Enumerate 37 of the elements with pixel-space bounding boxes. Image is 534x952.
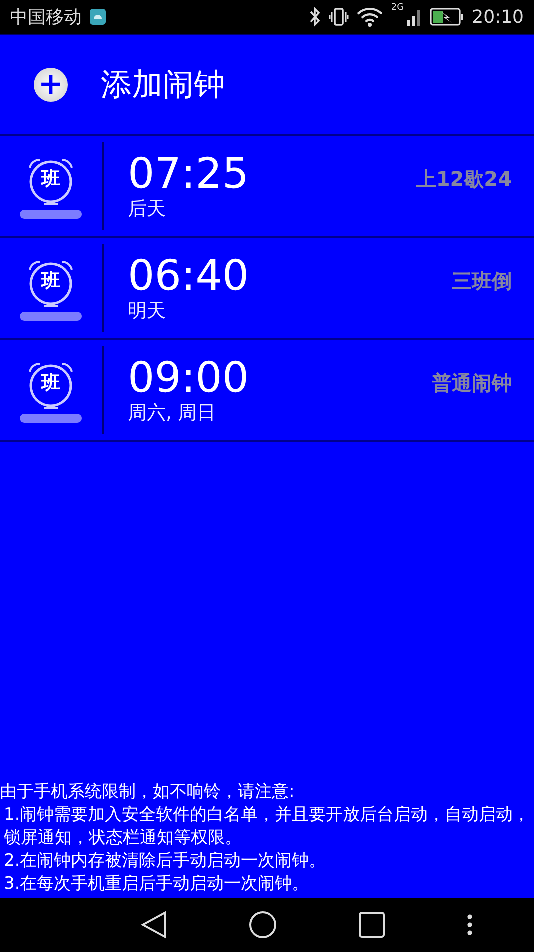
wifi-icon [357, 7, 384, 27]
indicator-bar [20, 414, 82, 422]
notice-text: 1.闹钟需要加入安全软件的白名单，并且要开放后台启动，自动启动，锁屏通知，状态栏通知等权限。 [3, 804, 532, 850]
icon-character: 班 [42, 270, 60, 292]
repeat-days: 明天 [128, 299, 452, 323]
app-notification-icon [90, 9, 106, 25]
network-type: 2G [391, 3, 404, 13]
clock-time: 20:10 [472, 6, 524, 28]
notice-text: 3.在每次手机重启后手动启动一次闹钟。 [3, 873, 310, 896]
repeat-days: 周六, 周日 [128, 401, 432, 425]
repeat-days: 后天 [128, 197, 416, 221]
alarm-type: 三班倒 [452, 268, 512, 295]
signal-icon [406, 7, 422, 27]
back-icon[interactable] [141, 911, 167, 939]
alarm-type: 普通闹钟 [432, 370, 512, 397]
add-alarm-title[interactable]: 添加闹钟 [101, 64, 225, 106]
notice-text: 由于手机系统限制，如不响铃，请注意: [0, 781, 296, 804]
notice-text: 2.在闹钟内存被清除后手动启动一次闹钟。 [3, 850, 328, 873]
alarm-row[interactable]: 班 07:25 后天 上12歇24 [0, 136, 534, 238]
icon-character: 班 [42, 372, 60, 394]
bluetooth-icon [309, 7, 322, 27]
alarm-time: 09:00 [128, 355, 250, 401]
alarm-type: 上12歇24 [416, 166, 512, 193]
icon-character: 班 [42, 168, 60, 190]
recent-apps-icon[interactable] [359, 912, 385, 938]
indicator-bar [20, 210, 82, 218]
alarm-row[interactable]: 班 09:00 周六, 周日 普通闹钟 [0, 340, 534, 442]
add-alarm-button[interactable]: + [34, 68, 68, 102]
alarm-time: 06:40 [128, 253, 250, 299]
battery-charging-icon [430, 8, 464, 26]
vibrate-icon [329, 7, 350, 27]
indicator-bar [20, 312, 82, 320]
home-icon[interactable] [249, 911, 277, 939]
menu-icon[interactable] [467, 914, 473, 936]
carrier-name: 中国移动 [10, 6, 82, 29]
alarm-time: 07:25 [128, 151, 250, 197]
alarm-row[interactable]: 班 06:40 明天 三班倒 [0, 238, 534, 340]
